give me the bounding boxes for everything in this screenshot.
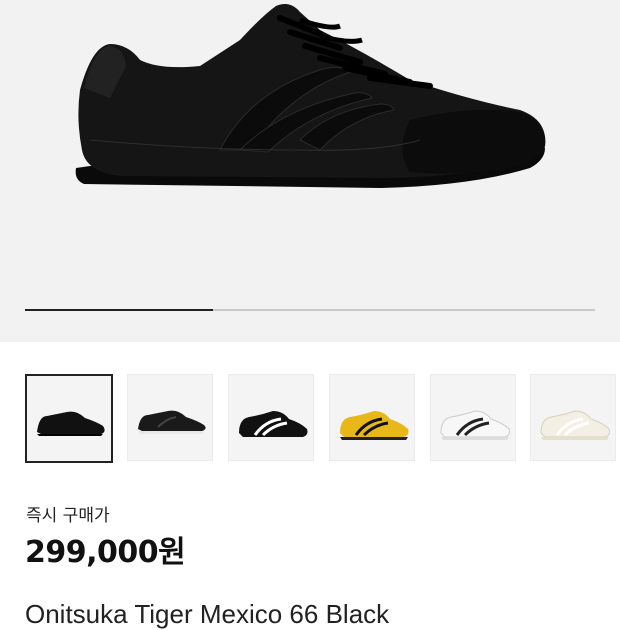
black-leather-sneaker-icon (75, 4, 546, 188)
cream-white-sneaker-icon (540, 410, 610, 440)
black-sneaker-white-sole-icon (138, 410, 206, 434)
product-title: Onitsuka Tiger Mexico 66 Black (25, 599, 390, 629)
gallery-progress-fill (25, 309, 214, 311)
thumbnail-black[interactable] (25, 374, 113, 463)
yellow-black-sneaker-icon (340, 411, 409, 440)
thumbnail-white-black[interactable] (430, 374, 516, 461)
price-value: 299,000원 (25, 535, 186, 570)
black-sneaker-icon (37, 411, 105, 436)
colorway-thumbnail-list (25, 374, 620, 463)
white-black-sneaker-icon (440, 410, 510, 440)
thumbnail-yellow-black[interactable] (329, 374, 415, 461)
product-hero[interactable] (0, 0, 620, 342)
gallery-progress-bar[interactable] (25, 309, 595, 311)
thumbnail-cream[interactable] (530, 374, 616, 461)
thumbnail-black-white[interactable] (228, 374, 314, 461)
price-label: 즉시 구매가 (26, 506, 110, 526)
thumbnail-black-white-sole[interactable] (127, 374, 213, 461)
black-white-stripes-sneaker-icon (239, 411, 308, 440)
